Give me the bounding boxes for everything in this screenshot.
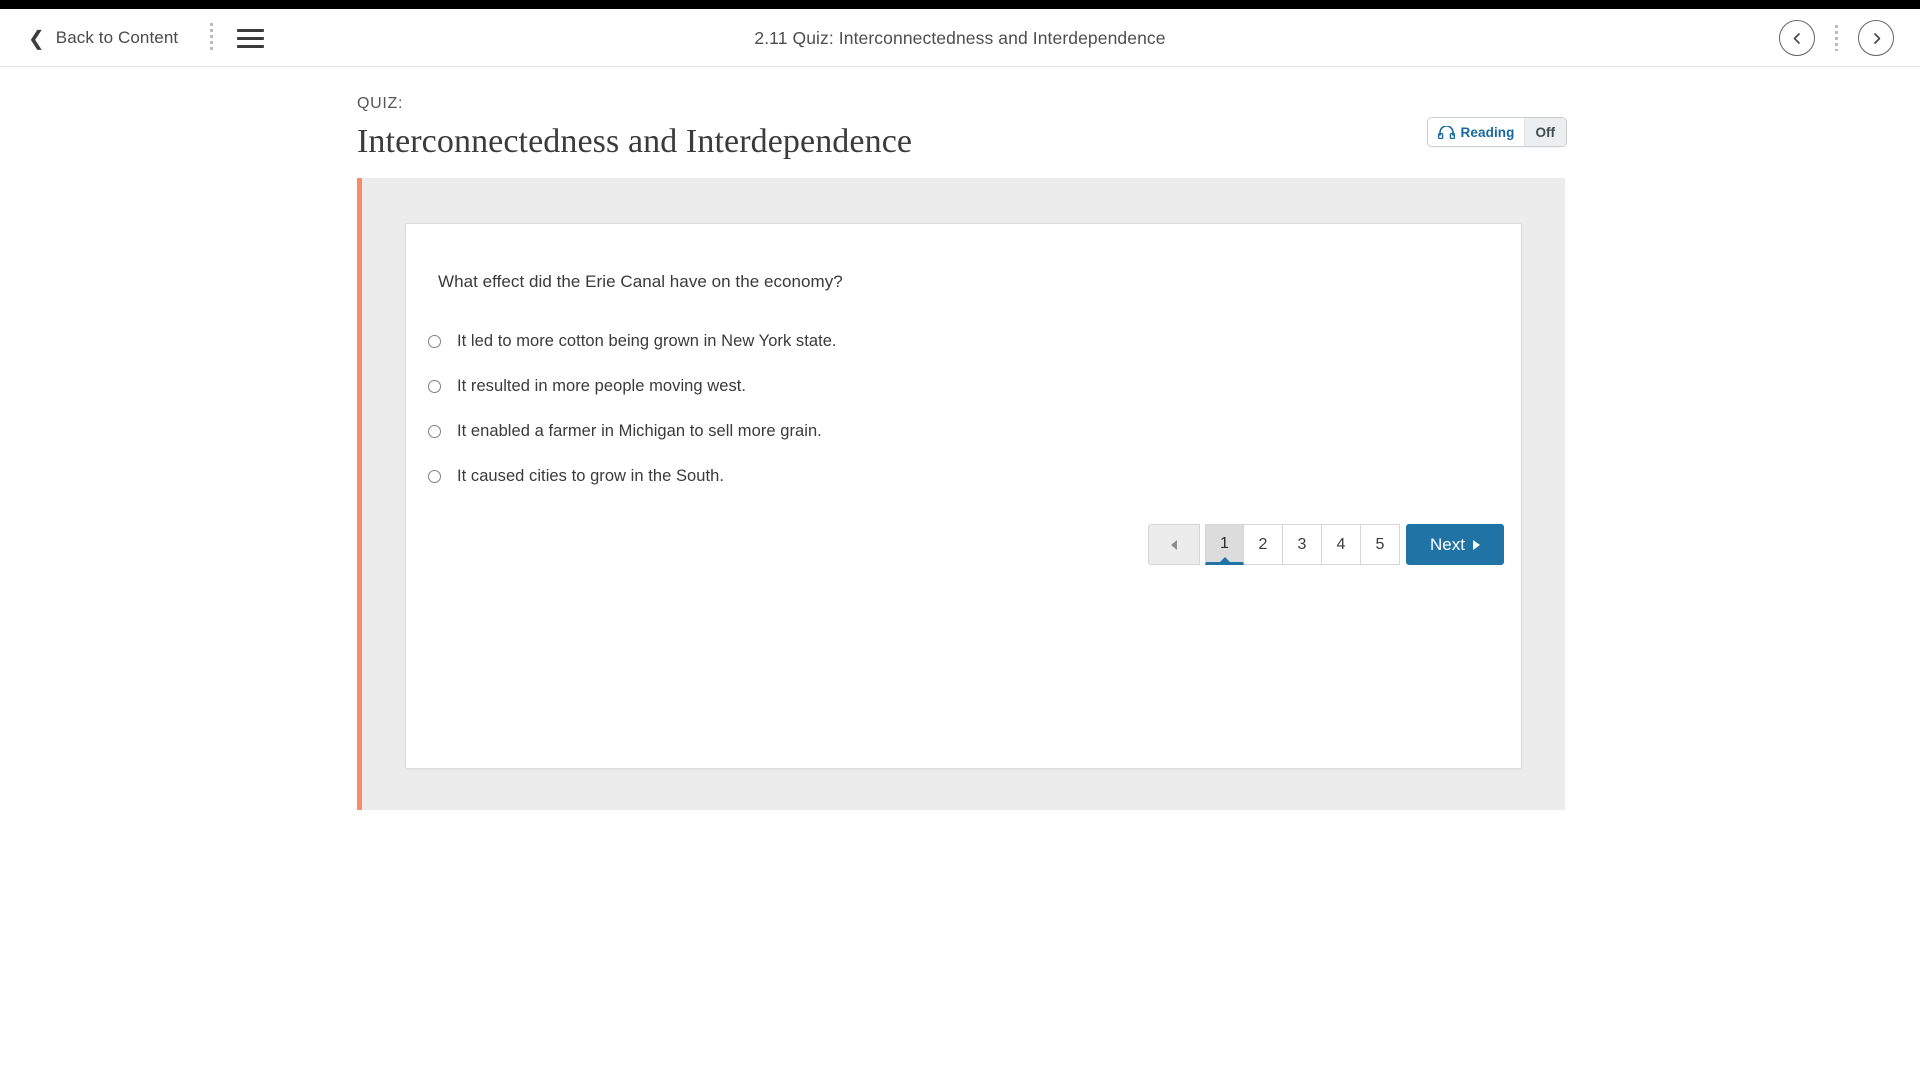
next-question-label: Next [1430, 534, 1465, 554]
answer-option[interactable]: It resulted in more people moving west. [428, 364, 1488, 409]
pagination-page-5[interactable]: 5 [1361, 524, 1400, 565]
radio-button[interactable] [428, 380, 441, 393]
top-black-strip [0, 0, 1920, 9]
quiz-header-block: QUIZ: Interconnectedness and Interdepend… [357, 95, 1567, 161]
radio-button[interactable] [428, 425, 441, 438]
question-card: What effect did the Erie Canal have on t… [405, 223, 1522, 769]
answer-option-label: It resulted in more people moving west. [457, 377, 747, 395]
chevron-left-circle-icon [1793, 32, 1800, 44]
next-page-button[interactable] [1858, 20, 1894, 56]
quiz-title: Interconnectedness and Interdependence [357, 123, 913, 160]
triangle-right-icon [1472, 539, 1480, 550]
pagination-page-1[interactable]: 1 [1205, 524, 1244, 565]
pagination-page-2[interactable]: 2 [1244, 524, 1283, 565]
answer-option-label: It enabled a farmer in Michigan to sell … [457, 422, 822, 440]
reading-state-badge[interactable]: Off [1523, 118, 1566, 146]
answer-option[interactable]: It led to more cotton being grown in New… [428, 319, 1488, 364]
radio-button[interactable] [428, 335, 441, 348]
reading-toggle-on-segment[interactable]: Reading [1427, 118, 1524, 146]
question-pagination: 1 2 3 4 5 Next [1148, 524, 1504, 565]
header-right-dotted-divider [1835, 25, 1838, 51]
reading-label: Reading [1460, 124, 1515, 140]
pagination-previous-button[interactable] [1148, 524, 1200, 565]
pagination-page-4[interactable]: 4 [1322, 524, 1361, 565]
page-body: QUIZ: Interconnectedness and Interdepend… [0, 67, 1920, 1080]
pagination-page-list: 1 2 3 4 5 [1205, 524, 1400, 565]
next-question-button[interactable]: Next [1406, 524, 1504, 565]
page-title: 2.11 Quiz: Interconnectedness and Interd… [754, 27, 1166, 48]
reading-toggle[interactable]: Reading Off [1426, 117, 1567, 147]
radio-button[interactable] [428, 470, 441, 483]
answer-option[interactable]: It enabled a farmer in Michigan to sell … [428, 409, 1488, 454]
chevron-right-circle-icon [1873, 32, 1880, 44]
header-right-group [1779, 9, 1894, 67]
previous-page-button[interactable] [1779, 20, 1815, 56]
question-prompt: What effect did the Erie Canal have on t… [438, 272, 843, 291]
quiz-panel: What effect did the Erie Canal have on t… [357, 178, 1565, 810]
app-header: ❮ Back to Content 2.11 Quiz: Interconnec… [0, 9, 1920, 67]
triangle-left-icon [1171, 539, 1177, 550]
answer-option[interactable]: It caused cities to grow in the South. [428, 454, 1488, 499]
answer-options-list: It led to more cotton being grown in New… [428, 319, 1488, 499]
headphones-icon [1437, 125, 1455, 139]
quiz-eyebrow-label: QUIZ: [357, 95, 404, 112]
answer-option-label: It caused cities to grow in the South. [457, 467, 724, 485]
answer-option-label: It led to more cotton being grown in New… [457, 332, 837, 350]
pagination-page-3[interactable]: 3 [1283, 524, 1322, 565]
